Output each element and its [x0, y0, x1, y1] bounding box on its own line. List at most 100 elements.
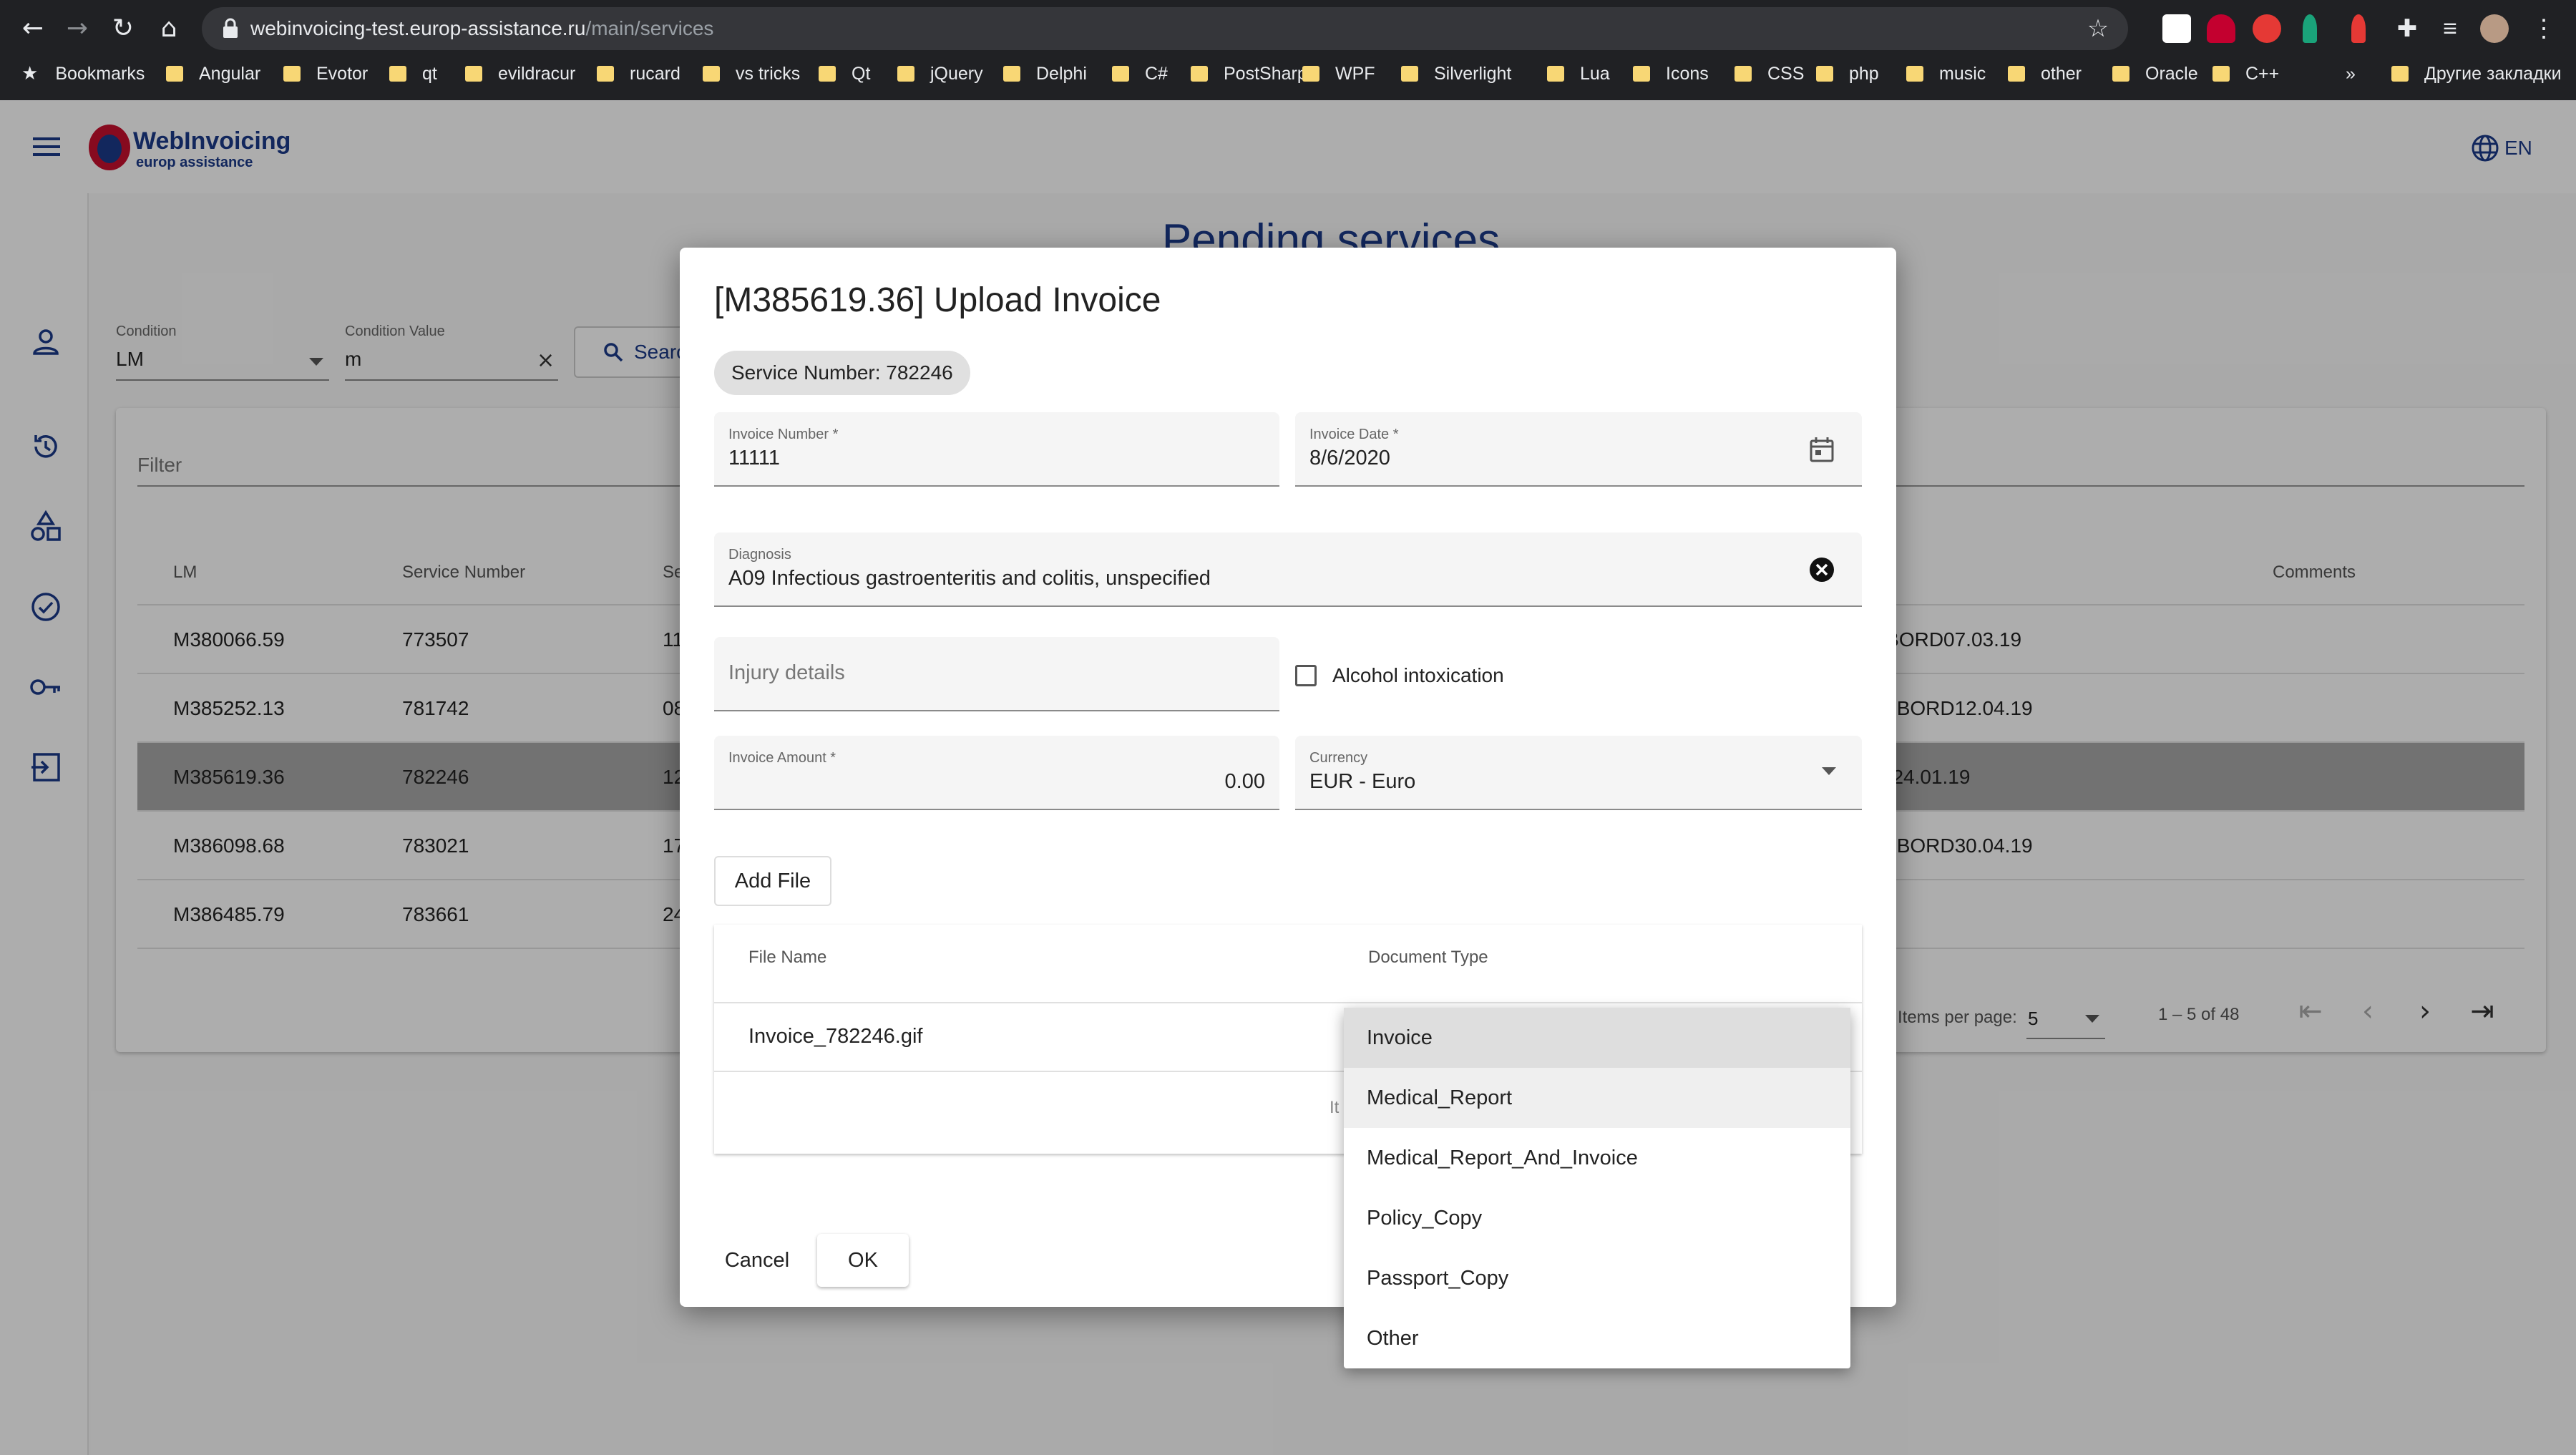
adblock-extension-icon[interactable] [2253, 14, 2281, 43]
bookmark-folder[interactable]: Angular [166, 57, 260, 90]
reading-list-icon[interactable]: ≡ [2436, 14, 2464, 43]
bookmark-folder-label: C# [1145, 63, 1168, 84]
alcohol-intoxication-checkbox[interactable]: Alcohol intoxication [1295, 661, 1504, 690]
forward-icon[interactable]: → [59, 10, 96, 47]
folder-icon [1003, 66, 1020, 82]
file-name-cell: Invoice_782246.gif [748, 1025, 923, 1048]
dialog-title: [M385619.36] Upload Invoice [714, 281, 1161, 319]
bookmark-folder-label: php [1849, 63, 1879, 84]
folder-icon [2008, 66, 2025, 82]
bookmark-folder[interactable]: jQuery [897, 57, 983, 90]
bookmark-folder-label: vs tricks [736, 63, 801, 84]
bookmark-folder-label: Lua [1580, 63, 1610, 84]
profile-avatar[interactable] [2480, 14, 2509, 43]
extensions-puzzle-icon[interactable]: ✚ [2393, 14, 2421, 43]
currency-label: Currency [1309, 750, 1368, 766]
folder-icon [1735, 66, 1752, 82]
document-type-option[interactable]: Medical_Report [1344, 1068, 1850, 1128]
bookmark-folder[interactable]: qt [389, 57, 437, 90]
invoice-date-field[interactable]: Invoice Date * 8/6/2020 [1295, 412, 1862, 487]
browser-menu-icon[interactable]: ⋮ [2532, 14, 2556, 43]
bookmark-folder[interactable]: CSS [1735, 57, 1804, 90]
invoice-amount-field[interactable]: Invoice Amount * 0.00 [714, 736, 1279, 810]
folder-icon [283, 66, 301, 82]
add-file-button[interactable]: Add File [714, 856, 831, 906]
bookmark-folder[interactable]: evildracur [465, 57, 575, 90]
bookmark-folder[interactable]: Lua [1547, 57, 1610, 90]
document-type-option[interactable]: Policy_Copy [1344, 1188, 1850, 1248]
bookmark-star-icon[interactable]: ☆ [2084, 14, 2112, 43]
checkbox-box[interactable] [1295, 665, 1317, 686]
diagnosis-value: A09 Infectious gastroenteritis and colit… [728, 567, 1211, 590]
bookmark-folder[interactable]: C# [1112, 57, 1168, 90]
bookmark-folder[interactable]: vs tricks [703, 57, 800, 90]
bookmark-folder[interactable]: Silverlight [1401, 57, 1511, 90]
diagnosis-field[interactable]: Diagnosis A09 Infectious gastroenteritis… [714, 532, 1862, 607]
bookmark-folder[interactable]: rucard [597, 57, 680, 90]
bookmarks-overflow[interactable]: » [2346, 57, 2356, 90]
document-type-column-header: Document Type [1368, 948, 1488, 967]
folder-icon [1401, 66, 1418, 82]
bookmark-folder[interactable]: PostSharp [1191, 57, 1307, 90]
folder-icon [1112, 66, 1129, 82]
injury-details-field[interactable]: Injury details [714, 637, 1279, 711]
calendar-icon[interactable] [1807, 435, 1836, 464]
jetbrains-extension-icon[interactable] [2162, 14, 2191, 43]
bookmark-folder-label: other [2041, 63, 2082, 84]
bookmark-folder[interactable]: other [2008, 57, 2082, 90]
invoice-date-label: Invoice Date * [1309, 427, 1399, 442]
folder-icon [1191, 66, 1208, 82]
bookmark-folder-label: Qt [852, 63, 871, 84]
other-bookmarks-label: Другие закладки [2424, 63, 2562, 84]
bookmark-folder[interactable]: music [1906, 57, 1986, 90]
folder-icon [1906, 66, 1923, 82]
reload-icon[interactable]: ↻ [104, 10, 142, 47]
address-bar[interactable]: webinvoicing-test.europ-assistance.ru/ma… [202, 7, 2128, 50]
bookmark-folder-label: PostSharp [1224, 63, 1307, 84]
bookmark-folder-label: jQuery [930, 63, 983, 84]
bookmark-folder[interactable]: WPF [1302, 57, 1375, 90]
injury-details-placeholder: Injury details [728, 661, 845, 684]
url-text: webinvoicing-test.europ-assistance.ru/ma… [250, 17, 714, 39]
document-type-option[interactable]: Medical_Report_And_Invoice [1344, 1128, 1850, 1188]
currency-value: EUR - Euro [1309, 770, 1416, 793]
invoice-amount-value: 0.00 [1224, 770, 1265, 793]
bookmark-folder-label: music [1939, 63, 1986, 84]
bookmarks-manager[interactable]: ★ Bookmarks [21, 57, 145, 90]
back-icon[interactable]: ← [14, 10, 52, 47]
other-bookmarks-folder[interactable]: Другие закладки [2391, 57, 2562, 90]
document-type-option[interactable]: Invoice [1344, 1008, 1850, 1068]
currency-dropdown-arrow-icon[interactable] [1822, 767, 1836, 775]
bookmark-folder[interactable]: Oracle [2112, 57, 2198, 90]
bookmark-folder-label: CSS [1767, 63, 1805, 84]
bookmark-folder[interactable]: php [1816, 57, 1879, 90]
folder-icon [2112, 66, 2129, 82]
key-green-extension-icon[interactable] [2303, 14, 2317, 43]
bookmark-folder-label: WPF [1335, 63, 1375, 84]
ok-button[interactable]: OK [817, 1234, 909, 1287]
home-icon[interactable]: ⌂ [150, 10, 187, 47]
bookmarks-bar: ★ Bookmarks Angular Evotor qt evildracur ruca… [0, 57, 2576, 100]
invoice-number-label: Invoice Number * [728, 427, 839, 442]
key-red-extension-icon[interactable] [2351, 14, 2366, 43]
currency-select[interactable]: Currency EUR - Euro [1295, 736, 1862, 810]
service-number-chip: Service Number: 782246 [714, 351, 970, 395]
bookmark-folder[interactable]: C++ [2212, 57, 2279, 90]
bookmarks-label: Bookmarks [55, 63, 145, 84]
bookmark-folder[interactable]: Qt [819, 57, 870, 90]
folder-icon [2391, 66, 2409, 82]
invoice-amount-label: Invoice Amount * [728, 750, 836, 766]
folder-icon [389, 66, 406, 82]
folder-icon [166, 66, 183, 82]
bookmark-folder[interactable]: Delphi [1003, 57, 1087, 90]
bookmark-folder[interactable]: Evotor [283, 57, 368, 90]
folder-icon [1547, 66, 1564, 82]
clear-diagnosis-icon[interactable] [1807, 555, 1836, 584]
document-type-option[interactable]: Passport_Copy [1344, 1248, 1850, 1308]
angular-extension-icon[interactable] [2207, 14, 2235, 43]
bookmark-folder-label: qt [422, 63, 437, 84]
invoice-number-field[interactable]: Invoice Number * 11111 [714, 412, 1279, 487]
document-type-option[interactable]: Other [1344, 1308, 1850, 1368]
bookmark-folder[interactable]: Icons [1633, 57, 1709, 90]
cancel-button[interactable]: Cancel [714, 1234, 800, 1287]
